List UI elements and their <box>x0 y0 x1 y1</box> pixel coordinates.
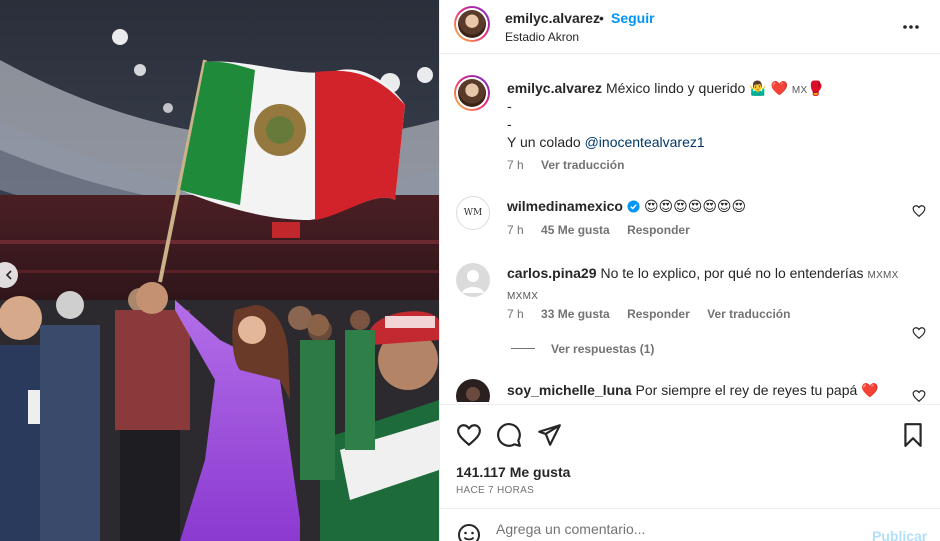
replies-divider <box>511 348 535 349</box>
bookmark-icon[interactable] <box>900 422 926 448</box>
mexico-flag-icon: MX <box>791 85 808 96</box>
commenter-username[interactable]: carlos.pina29 <box>507 265 597 281</box>
comment-time[interactable]: 7 h <box>507 307 524 321</box>
comment-time[interactable]: 7 h <box>507 223 524 237</box>
comment-text: No te lo explico, por qué no lo entender… <box>600 265 864 281</box>
comment-likes[interactable]: 33 Me gusta <box>541 307 610 321</box>
comment-body: soy_michelle_luna Por siempre el rey de r… <box>507 381 907 399</box>
verified-badge-icon <box>627 200 640 213</box>
action-bar: 141.117 Me gusta HACE 7 HORAS <box>440 404 940 524</box>
caption-meta: 7 h Ver traducción <box>507 158 638 172</box>
comment-body: carlos.pina29 No te lo explico, por qué n… <box>507 264 917 306</box>
caption-text: México lindo y querido 🤷‍♂️ ❤️ <box>605 80 788 96</box>
caption-line-2: - <box>507 98 512 114</box>
caption-time[interactable]: 7 h <box>507 158 524 172</box>
comment-translate-link[interactable]: Ver traducción <box>707 307 790 321</box>
emoji-icon[interactable] <box>457 523 481 541</box>
comment-like-heart-icon[interactable] <box>912 326 926 340</box>
commenter-username[interactable]: soy_michelle_luna <box>507 382 632 398</box>
caption-line-4: Y un colado @inocentealvarez1 <box>507 133 907 151</box>
view-replies-button[interactable]: Ver respuestas (1) <box>551 342 654 356</box>
comment-like-heart-icon[interactable] <box>912 389 926 402</box>
likes-count[interactable]: 141.117 Me gusta <box>456 464 570 480</box>
post-header: emilyc.alvarez • Seguir Estadio Akron <box>440 0 940 54</box>
caption-line-3: - <box>507 116 512 132</box>
caption-line-4-text: Y un colado <box>507 134 581 150</box>
separator-dot: • <box>599 10 604 26</box>
comment-body: wilmedinamexico 😍😍😍😍😍😍😍 <box>507 197 907 215</box>
follow-button[interactable]: Seguir <box>611 10 655 26</box>
comment-like-heart-icon[interactable] <box>912 204 926 218</box>
comment-input[interactable] <box>496 521 856 537</box>
photo-image <box>0 0 439 541</box>
default-avatar-icon <box>462 270 484 293</box>
boxing-glove-icon: 🥊 <box>807 80 825 96</box>
comment-text: 😍😍😍😍😍😍😍 <box>643 198 747 214</box>
author-avatar[interactable] <box>454 6 490 42</box>
comment-composer: Publicar <box>440 508 940 541</box>
commenter-avatar-logo: WM <box>463 207 483 218</box>
caption-username[interactable]: emilyc.alvarez <box>507 80 602 96</box>
commenter-avatar[interactable] <box>456 379 490 402</box>
mention-link[interactable]: @inocentealvarez1 <box>585 134 705 150</box>
reply-button[interactable]: Responder <box>627 223 690 237</box>
commenter-avatar[interactable]: WM <box>456 196 490 230</box>
reply-button[interactable]: Responder <box>627 307 690 321</box>
comments-list[interactable]: emilyc.alvarez México lindo y querido 🤷‍♂… <box>440 55 940 402</box>
send-icon[interactable] <box>536 422 562 448</box>
commenter-avatar[interactable] <box>456 263 490 297</box>
post-side-panel: emilyc.alvarez • Seguir Estadio Akron em… <box>439 0 940 541</box>
commenter-username[interactable]: wilmedinamexico <box>507 198 623 214</box>
comment-likes[interactable]: 45 Me gusta <box>541 223 610 237</box>
comment-meta: 7 h 45 Me gusta Responder <box>507 223 704 237</box>
post-time-ago[interactable]: HACE 7 HORAS <box>456 485 534 496</box>
caption-avatar[interactable] <box>454 75 490 111</box>
post-location[interactable]: Estadio Akron <box>505 30 579 44</box>
author-username[interactable]: emilyc.alvarez <box>505 10 600 26</box>
caption-translate-link[interactable]: Ver traducción <box>541 158 624 172</box>
heart-icon[interactable] <box>456 422 482 448</box>
commenter-photo <box>466 387 480 401</box>
chevron-left-icon <box>5 270 12 280</box>
comment-text: Por siempre el rey de reyes tu papá ❤️ <box>635 382 879 398</box>
comment-meta: 7 h 33 Me gusta Responder Ver traducción <box>507 307 804 321</box>
more-horizontal-icon[interactable] <box>901 17 921 37</box>
comment-icon[interactable] <box>496 422 522 448</box>
publish-button[interactable]: Publicar <box>872 528 927 541</box>
post-photo[interactable] <box>0 0 439 541</box>
